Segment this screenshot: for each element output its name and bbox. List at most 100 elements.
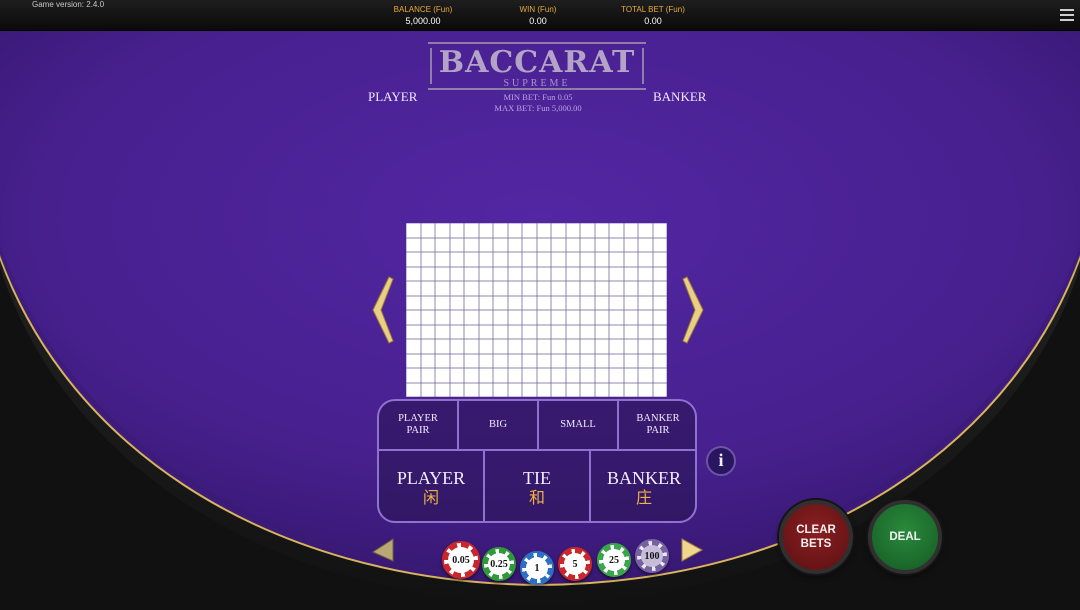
chip-prev-arrow-icon[interactable]	[369, 535, 397, 563]
scoreboard-cell	[435, 353, 450, 368]
scoreboard-cell	[623, 281, 638, 296]
scoreboard-cell	[420, 382, 435, 397]
scoreboard-cell	[435, 382, 450, 397]
scoreboard-cell	[638, 368, 653, 383]
chip-0-05[interactable]: 0.05	[442, 541, 480, 579]
scoreboard-cell	[493, 295, 508, 310]
scoreboard-cell	[449, 339, 464, 354]
scoreboard-cell	[478, 339, 493, 354]
scoreboard-cell	[565, 339, 580, 354]
scoreboard-cell	[565, 368, 580, 383]
player-pair-bet[interactable]: PLAYER PAIR	[379, 401, 459, 451]
scoreboard-cell	[435, 339, 450, 354]
scoreboard-next-arrow-icon[interactable]	[681, 275, 707, 345]
scoreboard-cell	[638, 266, 653, 281]
total-bet-value: 0.00	[644, 16, 662, 26]
chip-0-25[interactable]: 0.25	[482, 547, 516, 581]
hamburger-menu-icon[interactable]	[1060, 9, 1074, 22]
scoreboard-cell	[551, 266, 566, 281]
scoreboard-cell	[551, 295, 566, 310]
scoreboard-cell	[536, 223, 551, 238]
scoreboard-cell	[493, 223, 508, 238]
win-display: WIN (Fun) 0.00	[483, 5, 593, 27]
scoreboard-cell	[580, 295, 595, 310]
tie-bet[interactable]: TIE 和	[485, 451, 591, 521]
scoreboard-cell	[493, 237, 508, 252]
scoreboard-cell	[551, 382, 566, 397]
scoreboard-cell	[565, 324, 580, 339]
scoreboard-cell	[536, 339, 551, 354]
scoreboard-cell	[464, 266, 479, 281]
scoreboard-cell	[638, 353, 653, 368]
small-label: SMALL	[560, 419, 596, 430]
player-bet-chinese: 闲	[422, 487, 439, 507]
player-bet[interactable]: PLAYER 闲	[379, 451, 485, 521]
scoreboard-cell	[565, 266, 580, 281]
scoreboard-cell	[623, 339, 638, 354]
info-icon[interactable]: i	[706, 446, 736, 476]
scoreboard-cell	[493, 368, 508, 383]
scoreboard-cell	[594, 353, 609, 368]
balance-label: BALANCE (Fun)	[393, 5, 453, 14]
scoreboard-cell	[594, 281, 609, 296]
scoreboard-cell	[623, 382, 638, 397]
scoreboard-cell	[609, 382, 624, 397]
chip-25[interactable]: 25	[597, 543, 631, 577]
player-side-title: PLAYER	[368, 89, 418, 104]
scoreboard-cell	[536, 295, 551, 310]
scoreboard-cell	[420, 368, 435, 383]
scoreboard-cell	[507, 339, 522, 354]
banker-bet[interactable]: BANKER 庄	[591, 451, 695, 521]
scoreboard-cell	[464, 223, 479, 238]
chip-5[interactable]: 5	[558, 547, 592, 581]
scoreboard-cell	[551, 310, 566, 325]
scoreboard-cell	[493, 324, 508, 339]
scoreboard-cell	[565, 281, 580, 296]
chip-next-arrow-icon[interactable]	[678, 535, 706, 563]
big-bet[interactable]: BIG	[459, 401, 539, 451]
scoreboard-cell	[551, 237, 566, 252]
scoreboard-cell	[594, 266, 609, 281]
chip-1[interactable]: 1	[520, 551, 554, 585]
scoreboard-cell	[638, 223, 653, 238]
scoreboard-cell	[522, 237, 537, 252]
deal-button[interactable]: DEAL	[868, 500, 942, 574]
scoreboard-cell	[652, 223, 667, 238]
scoreboard-cell	[551, 368, 566, 383]
scoreboard-cell	[478, 237, 493, 252]
scoreboard-prev-arrow-icon[interactable]	[369, 275, 395, 345]
scoreboard-cell	[551, 223, 566, 238]
scoreboard-cell	[609, 368, 624, 383]
scoreboard-cell	[449, 295, 464, 310]
scoreboard-cell	[638, 295, 653, 310]
scoreboard-cell	[493, 353, 508, 368]
scoreboard-cell	[420, 252, 435, 267]
scoreboard-cell	[652, 339, 667, 354]
clear-bets-button[interactable]: CLEAR BETS	[779, 500, 853, 574]
banker-pair-bet[interactable]: BANKER PAIR	[619, 401, 695, 451]
logo-title: BACCARAT	[438, 45, 636, 80]
scoreboard-cell	[652, 295, 667, 310]
max-bet: MAX BET: Fun 5,000.00	[494, 103, 582, 113]
scoreboard-cell	[478, 353, 493, 368]
scoreboard-cell	[449, 252, 464, 267]
scoreboard-cell	[623, 324, 638, 339]
scoreboard-cell	[406, 324, 421, 339]
scoreboard-cell	[580, 324, 595, 339]
scoreboard-cell	[536, 252, 551, 267]
scoreboard-cell	[464, 324, 479, 339]
scoreboard-cell	[536, 368, 551, 383]
chip-100[interactable]: 100	[635, 539, 669, 573]
scoreboard-cell	[420, 310, 435, 325]
game-version: Game version: 2.4.0	[32, 0, 105, 9]
big-label: BIG	[488, 419, 508, 430]
scoreboard-cell	[652, 237, 667, 252]
scoreboard-cell	[652, 382, 667, 397]
chip-1-value: 1	[526, 557, 548, 579]
small-bet[interactable]: SMALL	[539, 401, 619, 451]
scoreboard-cell	[420, 281, 435, 296]
win-value: 0.00	[529, 16, 547, 26]
scoreboard-cell	[522, 353, 537, 368]
scoreboard-cell	[464, 339, 479, 354]
scoreboard-cell	[406, 237, 421, 252]
